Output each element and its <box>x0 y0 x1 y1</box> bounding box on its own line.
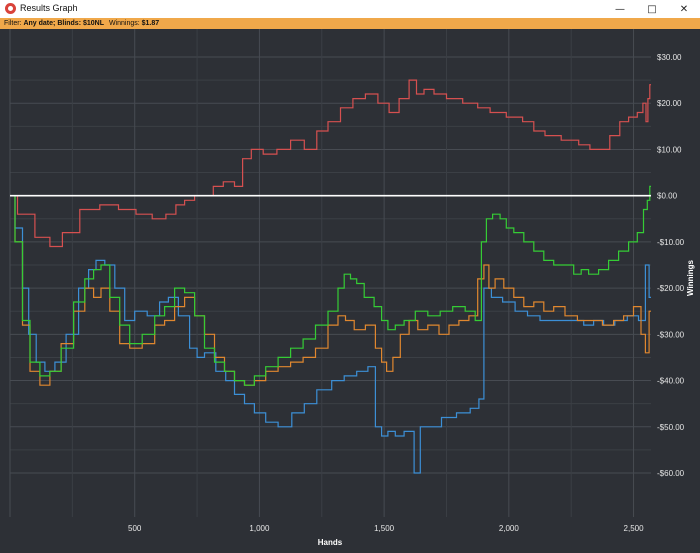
results-chart: $30.00 $20.00 $10.00 $0.00 -$10.00 -$20.00 -$3… <box>9 29 695 547</box>
app-logo-icon <box>5 3 16 14</box>
minimize-button[interactable]: — <box>604 0 636 18</box>
x-axis-title: Hands <box>318 538 343 547</box>
y-tick-label: -$10.00 <box>657 238 685 247</box>
x-tick-label: 1,000 <box>249 524 270 533</box>
maximize-icon: □ <box>647 3 657 15</box>
y-tick-label: $30.00 <box>657 53 682 62</box>
series-line-red <box>10 79 651 248</box>
close-icon: ✕ <box>679 3 689 15</box>
filter-prefix: Filter: <box>4 20 22 27</box>
filter-blinds: Blinds: $10NL <box>57 20 104 27</box>
close-button[interactable]: ✕ <box>668 0 700 18</box>
minimize-icon: — <box>615 3 625 15</box>
y-tick-label: -$30.00 <box>657 330 685 339</box>
y-tick-label: -$20.00 <box>657 284 685 293</box>
filter-date: Any date; <box>23 20 56 27</box>
title-bar: Results Graph — □ ✕ <box>0 0 700 18</box>
window-title: Results Graph <box>20 3 78 13</box>
x-tick-label: 2,500 <box>624 524 645 533</box>
series-line-green <box>10 185 651 386</box>
y-tick-label: $0.00 <box>657 192 678 201</box>
x-tick-label: 500 <box>128 524 142 533</box>
chart-grid <box>9 29 651 517</box>
maximize-button[interactable]: □ <box>636 0 668 18</box>
x-axis-ticks: 500 1,000 1,500 2,000 2,500 <box>128 524 644 533</box>
y-tick-label: -$50.00 <box>657 423 685 432</box>
filter-winnings-value: $1.87 <box>141 20 160 27</box>
filter-winnings-label: Winnings: <box>108 20 140 27</box>
chart-series <box>10 79 651 474</box>
y-tick-label: $10.00 <box>657 145 682 154</box>
y-tick-label: $20.00 <box>657 99 682 108</box>
filter-bar: Filter: Any date; Blinds: $10NL Winnings… <box>0 18 700 29</box>
y-axis-title: Winnings <box>686 259 695 295</box>
y-tick-label: -$40.00 <box>657 377 685 386</box>
y-axis-ticks: $30.00 $20.00 $10.00 $0.00 -$10.00 -$20.00 -$3… <box>657 53 685 478</box>
x-tick-label: 1,500 <box>374 524 395 533</box>
series-line-orange <box>10 195 651 386</box>
x-tick-label: 2,000 <box>499 524 520 533</box>
y-tick-label: -$60.00 <box>657 469 685 478</box>
